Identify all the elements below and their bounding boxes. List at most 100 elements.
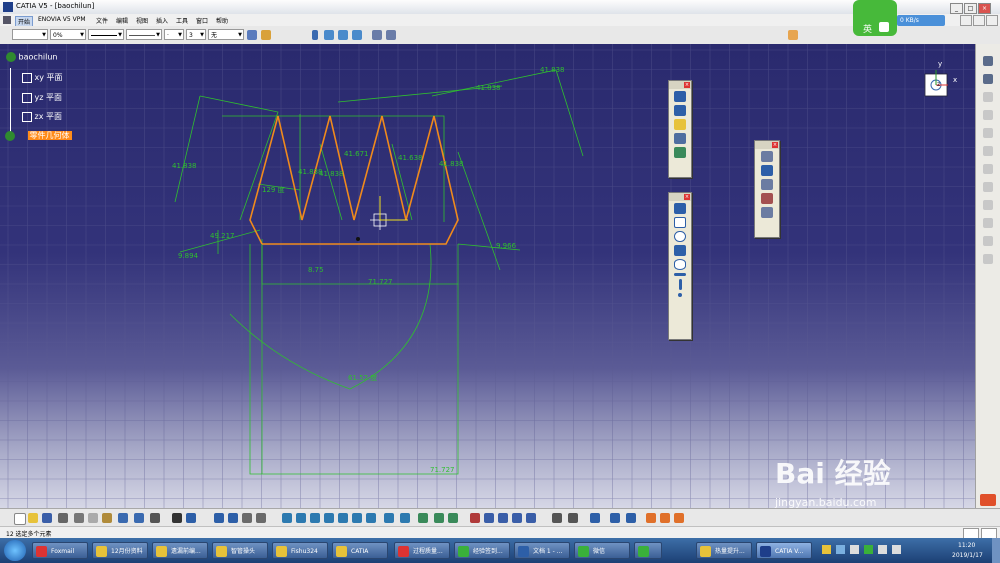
menu-enovia[interactable]: ENOVIA V5 VPM — [38, 16, 86, 23]
menu-edit[interactable]: 编辑 — [116, 16, 128, 25]
render-icon[interactable] — [448, 513, 458, 523]
normal-view-icon[interactable] — [366, 513, 376, 523]
lineweight-combo[interactable]: ▼ — [126, 29, 162, 40]
corner-tool-icon[interactable] — [761, 151, 773, 162]
taskbar-item-app[interactable] — [634, 542, 662, 559]
fillet-icon[interactable] — [646, 513, 656, 523]
constraint-tool-icon[interactable] — [674, 147, 686, 158]
zoom-in-icon[interactable] — [338, 513, 348, 523]
taskbar-item-word[interactable]: 文档 1 - ... — [514, 542, 570, 559]
undo-icon[interactable] — [118, 513, 128, 523]
tray-icon[interactable] — [836, 545, 845, 554]
chamfer-icon[interactable] — [660, 513, 670, 523]
opacity-combo[interactable]: 0% ▼ — [50, 29, 86, 40]
tree-item-part-body[interactable]: 零件几何体 — [5, 130, 72, 141]
tree-item-yz-plane[interactable]: yz 平面 — [22, 92, 62, 103]
taskbar-item-pdf[interactable]: 过程质量... — [394, 542, 450, 559]
ellipse-tool-icon[interactable] — [674, 259, 686, 270]
zoom-out-icon[interactable] — [352, 513, 362, 523]
taskbar-item-catia[interactable]: CATIA V... — [756, 542, 812, 559]
panel-close-button[interactable]: × — [684, 82, 690, 88]
taskbar-item-folder-3[interactable]: 智管操头 — [212, 542, 268, 559]
paint-icon[interactable] — [247, 30, 257, 40]
pad-icon[interactable] — [590, 513, 600, 523]
snap-toggle-icon[interactable] — [498, 513, 508, 523]
trim-tool-icon[interactable] — [761, 165, 773, 176]
construction-icon[interactable] — [983, 92, 993, 102]
menu-window[interactable]: 窗口 — [196, 16, 208, 25]
taskbar-item-foxmail[interactable]: Foxmail — [32, 542, 88, 559]
inertia-icon[interactable] — [256, 513, 266, 523]
axis-tool-icon[interactable] — [678, 279, 682, 290]
menu-insert[interactable]: 插入 — [156, 16, 168, 25]
table-icon[interactable] — [214, 513, 224, 523]
color-combo[interactable]: ▼ — [12, 29, 48, 40]
circle-tool-icon[interactable] — [674, 231, 686, 242]
panel-close-button[interactable]: × — [684, 194, 690, 200]
tray-icon[interactable] — [864, 545, 873, 554]
taskbar-item-folder-4[interactable]: Fishu324 — [272, 542, 328, 559]
point-icon[interactable] — [312, 30, 318, 40]
mirror-tool-icon[interactable] — [761, 179, 773, 190]
doc-minimize-button[interactable] — [960, 15, 972, 26]
output-icon[interactable] — [983, 218, 993, 228]
point-tool-icon[interactable] — [678, 293, 682, 297]
line-tool-icon[interactable] — [674, 273, 686, 276]
ime-indicator[interactable]: 英 — [853, 0, 897, 36]
sketch-icon[interactable] — [470, 513, 480, 523]
snap-icon[interactable] — [372, 30, 382, 40]
3d-viewport[interactable]: 41.838 41.838 41.838 41.838 41.838 41.83… — [0, 44, 975, 508]
new-icon[interactable] — [14, 513, 26, 525]
tray-icon[interactable] — [822, 545, 831, 554]
profile-feature-icon[interactable] — [983, 254, 993, 264]
volume-icon[interactable] — [892, 545, 901, 554]
redo-icon[interactable] — [134, 513, 144, 523]
formula-icon[interactable] — [172, 513, 182, 523]
system-tray[interactable] — [822, 545, 902, 556]
menu-view[interactable]: 视图 — [136, 16, 148, 25]
spline-tool-icon[interactable] — [674, 105, 686, 116]
start-button[interactable] — [4, 540, 26, 561]
taskbar-item-folder-5[interactable]: 热量提升... — [696, 542, 752, 559]
project-tool-icon[interactable] — [674, 133, 686, 144]
rectangle-tool-icon[interactable] — [674, 217, 686, 228]
layer-combo[interactable]: 无 ▼ — [208, 29, 244, 40]
paste-icon[interactable] — [102, 513, 112, 523]
iso-view-icon[interactable] — [384, 513, 394, 523]
arc-tool-icon[interactable] — [674, 91, 686, 102]
catalog-icon[interactable] — [228, 513, 238, 523]
panel-close-button[interactable]: × — [772, 142, 778, 148]
sketch-canvas[interactable]: 41.838 41.838 41.838 41.838 41.838 41.83… — [0, 44, 975, 508]
cut-part-icon[interactable] — [983, 200, 993, 210]
open-icon[interactable] — [28, 513, 38, 523]
curve-icon[interactable] — [324, 30, 334, 40]
brush-icon[interactable] — [261, 30, 271, 40]
taskbar-item-folder-catia[interactable]: CATIA — [332, 542, 388, 559]
thickness-combo[interactable]: 3 ▼ — [186, 29, 206, 40]
visualization-icon[interactable] — [983, 182, 993, 192]
annotation-icon[interactable] — [186, 513, 196, 523]
whats-this-icon[interactable] — [150, 513, 160, 523]
swap-visible-icon[interactable] — [434, 513, 444, 523]
doc-restore-button[interactable] — [973, 15, 985, 26]
taskbar-item-browser[interactable]: 经验签到... — [454, 542, 510, 559]
taskbar-item-wechat[interactable]: 微信 — [574, 542, 630, 559]
3d-project-tool-icon[interactable] — [761, 193, 773, 204]
menu-tools[interactable]: 工具 — [176, 16, 188, 25]
tray-icon[interactable] — [850, 545, 859, 554]
network-icon[interactable] — [878, 545, 887, 554]
print-icon[interactable] — [58, 513, 68, 523]
shading-icon[interactable] — [400, 513, 410, 523]
surface-icon[interactable] — [338, 30, 348, 40]
cut-icon[interactable] — [74, 513, 84, 523]
copy-icon[interactable] — [88, 513, 98, 523]
menu-file[interactable]: 文件 — [96, 16, 108, 25]
dimension-icon[interactable] — [552, 513, 562, 523]
measure-icon[interactable] — [242, 513, 252, 523]
taskbar-item-folder-1[interactable]: 12月份资料 — [92, 542, 148, 559]
draft-icon[interactable] — [674, 513, 684, 523]
construction-toggle-icon[interactable] — [512, 513, 522, 523]
grid-toggle-icon[interactable] — [484, 513, 494, 523]
snap-to-point-icon[interactable] — [983, 74, 993, 84]
save-icon[interactable] — [42, 513, 52, 523]
